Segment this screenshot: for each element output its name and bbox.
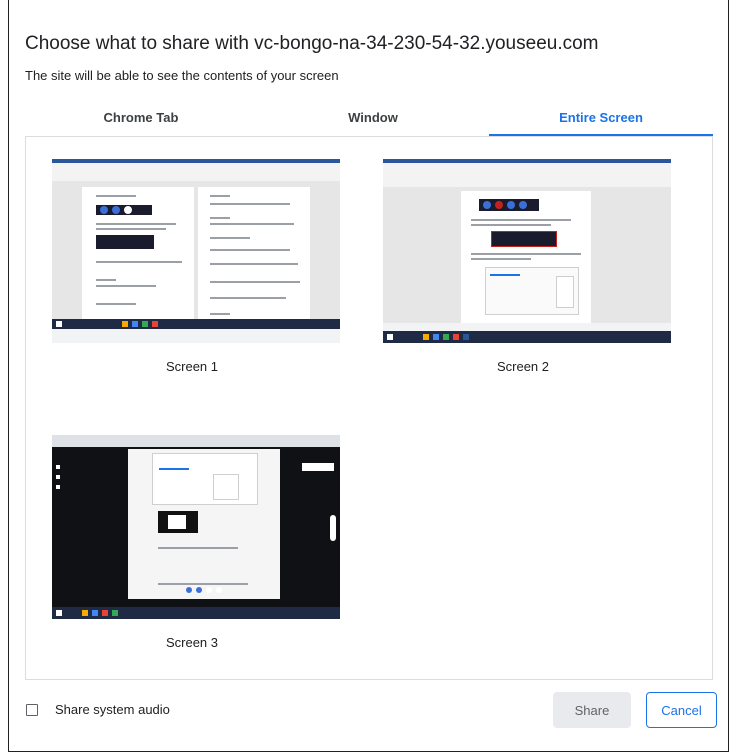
dialog-subtitle: The site will be able to see the content… <box>25 68 339 83</box>
share-button[interactable]: Share <box>553 692 631 728</box>
share-system-audio-label[interactable]: Share system audio <box>55 702 170 717</box>
screen-3-option[interactable]: Screen 3 <box>42 435 342 665</box>
screen-2-thumbnail <box>383 159 671 343</box>
cancel-button[interactable]: Cancel <box>646 692 717 728</box>
screen-2-option[interactable]: Screen 2 <box>373 159 673 389</box>
screen-1-option[interactable]: Screen 1 <box>42 159 342 389</box>
tab-chrome-tab[interactable]: Chrome Tab <box>25 104 257 136</box>
tab-window[interactable]: Window <box>257 104 489 136</box>
dialog-footer: Share system audio Share Cancel <box>9 680 728 752</box>
share-system-audio-checkbox[interactable] <box>26 704 38 716</box>
screen-2-label: Screen 2 <box>496 359 550 374</box>
screen-1-thumbnail <box>52 159 340 343</box>
dialog-title: Choose what to share with vc-bongo-na-34… <box>25 33 599 54</box>
screen-3-thumbnail <box>52 435 340 619</box>
source-tabs: Chrome Tab Window Entire Screen <box>25 104 713 136</box>
screen-3-label: Screen 3 <box>165 635 219 650</box>
tab-entire-screen[interactable]: Entire Screen <box>489 104 713 136</box>
screen-1-label: Screen 1 <box>165 359 219 374</box>
screen-list: Screen 1 Screen 2 Screen 3 <box>25 136 713 680</box>
share-screen-dialog: Choose what to share with vc-bongo-na-34… <box>8 0 729 752</box>
